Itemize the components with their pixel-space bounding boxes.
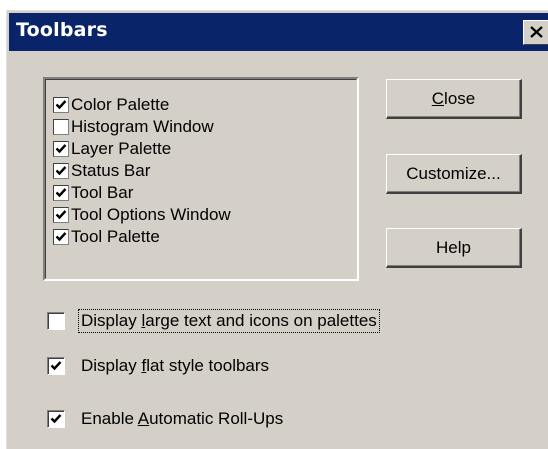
close-icon (530, 26, 543, 38)
option-label-post: lat style toolbars (146, 356, 270, 375)
checkmark-icon (55, 100, 67, 110)
list-item-tool-bar[interactable]: Tool Bar (53, 182, 133, 204)
checkbox-layer-palette[interactable] (53, 141, 69, 157)
customize-button[interactable]: Customize... (386, 154, 522, 194)
help-button-label: Help (436, 237, 471, 257)
checkmark-icon (50, 361, 62, 371)
checkbox-status-bar[interactable] (53, 163, 69, 179)
list-item-label: Color Palette (71, 95, 170, 114)
list-item-label: Tool Options Window (71, 205, 231, 224)
help-button[interactable]: Help (386, 228, 522, 268)
checkmark-icon (55, 210, 67, 220)
list-item-tool-palette[interactable]: Tool Palette (53, 226, 160, 248)
checkbox-large-text-icons[interactable] (47, 312, 65, 330)
option-label-flat-style-toolbars: Display flat style toolbars (79, 355, 271, 377)
close-button[interactable]: Close (386, 79, 522, 119)
checkbox-tool-options-window[interactable] (53, 207, 69, 223)
checkbox-tool-bar[interactable] (53, 185, 69, 201)
checkmark-icon (55, 166, 67, 176)
checkbox-automatic-roll-ups[interactable] (47, 410, 65, 428)
close-accelerator: C (431, 88, 445, 108)
list-item-label: Layer Palette (71, 139, 172, 158)
option-automatic-roll-ups[interactable]: Enable Automatic Roll-Ups (47, 406, 285, 432)
title-bar[interactable]: Toolbars (9, 13, 548, 51)
option-flat-style-toolbars[interactable]: Display flat style toolbars (47, 353, 271, 379)
checkbox-flat-style-toolbars[interactable] (47, 357, 65, 375)
toolbar-checklist[interactable]: Color Palette Histogram Window Layer Pal… (43, 77, 359, 281)
close-button-label: Close (432, 89, 475, 109)
list-item-label: Tool Bar (71, 183, 134, 202)
option-label-large-text-icons: Display large text and icons on palettes (78, 309, 380, 333)
option-accelerator: A (137, 409, 150, 428)
checkbox-color-palette[interactable] (53, 97, 69, 113)
checkbox-histogram-window[interactable] (53, 119, 69, 135)
option-label-pre: Display (81, 356, 142, 375)
toolbar-checklist-body: Color Palette Histogram Window Layer Pal… (45, 79, 357, 279)
close-window-button[interactable] (523, 20, 548, 45)
list-item-label: Tool Palette (71, 227, 160, 246)
list-item-layer-palette[interactable]: Layer Palette (53, 138, 171, 160)
list-item-color-palette[interactable]: Color Palette (53, 94, 169, 116)
checkbox-tool-palette[interactable] (53, 229, 69, 245)
checkmark-icon (55, 144, 67, 154)
list-item-label: Histogram Window (71, 117, 214, 136)
option-large-text-icons[interactable]: Display large text and icons on palettes (47, 308, 380, 334)
customize-button-label: Customize... (406, 163, 501, 183)
toolbars-dialog: Toolbars Color Palette Histogram Window (6, 10, 548, 449)
list-item-label: Status Bar (71, 161, 151, 180)
option-label-automatic-roll-ups: Enable Automatic Roll-Ups (79, 408, 285, 430)
list-item-tool-options-window[interactable]: Tool Options Window (53, 204, 231, 226)
close-label-rest: lose (444, 88, 476, 108)
checkmark-icon (55, 232, 67, 242)
option-label-pre: Display (81, 311, 142, 330)
checkmark-icon (50, 414, 62, 424)
list-item-histogram-window[interactable]: Histogram Window (53, 116, 214, 138)
option-label-post: utomatic Roll-Ups (149, 409, 284, 428)
list-item-status-bar[interactable]: Status Bar (53, 160, 150, 182)
checkmark-icon (55, 188, 67, 198)
window-title: Toolbars (16, 19, 108, 41)
option-label-pre: Enable (81, 409, 138, 428)
option-label-post: arge text and icons on palettes (145, 311, 377, 330)
